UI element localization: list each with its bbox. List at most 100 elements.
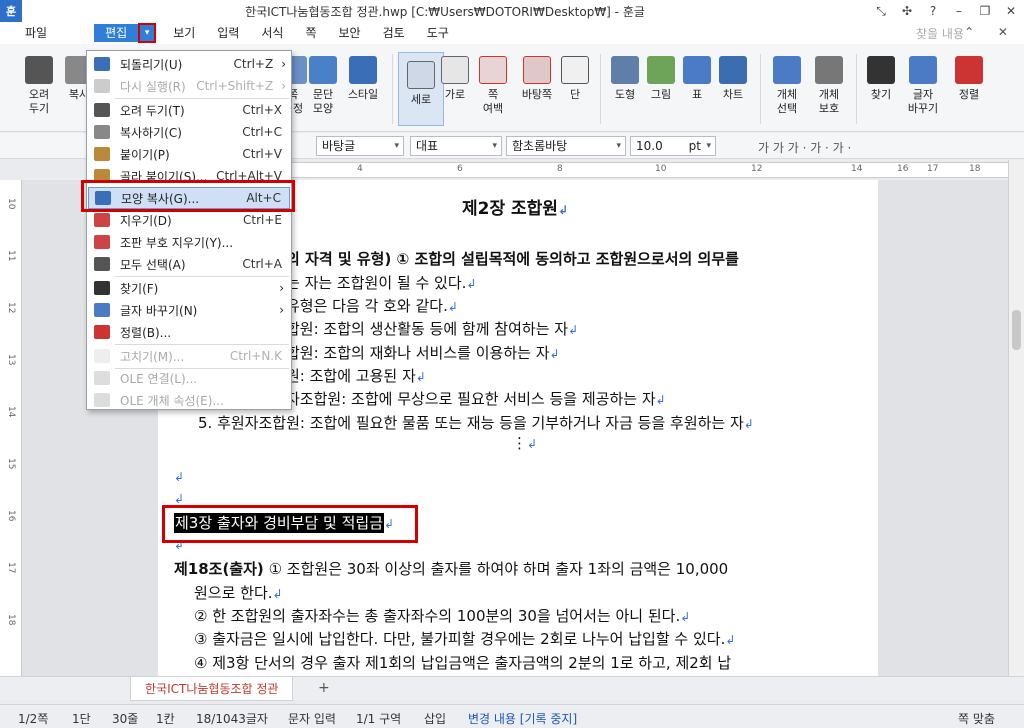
copy-item[interactable]: 복사하기(C) Ctrl+C bbox=[88, 121, 290, 143]
columns-button[interactable]: 단 bbox=[552, 48, 598, 102]
ole-link-icon bbox=[94, 371, 110, 385]
menu-page[interactable]: 쪽 bbox=[294, 24, 327, 42]
status-bar: 1/2쪽 1단 30줄 1칸 18/1043글자 문자 입력 1/1 구역 삽입… bbox=[0, 704, 1024, 728]
select-all-icon bbox=[94, 257, 110, 271]
status-insert[interactable]: 삽입 bbox=[424, 710, 446, 727]
ole-properties-item[interactable]: OLE 개체 속성(E)... bbox=[88, 389, 290, 411]
chart-button[interactable]: 차트 bbox=[710, 48, 756, 102]
doc-line: 의 자격 및 유형) ① 조합의 설립목적에 동의하고 조합원으로서의 의무를 bbox=[286, 250, 739, 268]
doc-line: 원: 조합에 고용된 자↲ bbox=[286, 367, 426, 385]
status-chars: 18/1043글자 bbox=[196, 712, 268, 726]
help-icon[interactable]: ? bbox=[920, 4, 946, 19]
margin-icon bbox=[479, 56, 507, 84]
edit-dropdown-arrow-icon[interactable]: ▾ bbox=[138, 23, 157, 43]
master-page-icon bbox=[523, 56, 551, 84]
chapter-2-heading: 제2장 조합원↲ bbox=[462, 199, 569, 219]
sort-item[interactable]: 정렬(B)... bbox=[88, 321, 290, 343]
delete-markup-item[interactable]: 조판 부호 지우기(Y)... bbox=[88, 231, 290, 253]
chart-icon bbox=[719, 56, 747, 84]
menu-review[interactable]: 검토 bbox=[372, 24, 416, 42]
menu-bar: 파일 편집 ▾ 보기 입력 서식 쪽 보안 검토 도구 찾을 내용 ⌃ ✕ bbox=[0, 22, 1024, 44]
status-zoom[interactable]: 쪽 맞춤 bbox=[958, 710, 995, 727]
scrollbar-thumb[interactable] bbox=[1012, 310, 1021, 350]
fullscreen-icon[interactable]: ⤡ bbox=[868, 4, 894, 19]
replace-button[interactable]: 글자 바꾸기 bbox=[900, 48, 946, 116]
minimize-button[interactable]: – bbox=[946, 4, 972, 19]
menu-format[interactable]: 서식 bbox=[250, 24, 294, 42]
scissors-icon bbox=[25, 56, 53, 84]
binoculars-icon bbox=[867, 56, 895, 84]
replace-item[interactable]: 글자 바꾸기(N) › bbox=[88, 299, 290, 321]
delete-icon bbox=[94, 213, 110, 227]
menu-view[interactable]: 보기 bbox=[162, 24, 206, 42]
close-button[interactable]: ✕ bbox=[998, 4, 1024, 19]
replace-icon bbox=[909, 56, 937, 84]
title-bar: 훈 한국ICT나눔협동조합 정관.hwp [C:₩Users₩DOTORI₩De… bbox=[0, 0, 1024, 22]
menu-file[interactable]: 파일 bbox=[14, 24, 58, 42]
object-protect-button[interactable]: 개체 보호 bbox=[806, 48, 852, 116]
lock-icon bbox=[815, 56, 843, 84]
shape-icon bbox=[611, 56, 639, 84]
ellipsis-line: ⋮↲ bbox=[512, 434, 538, 452]
find-button[interactable]: 찾기 bbox=[858, 48, 904, 102]
redo-icon bbox=[94, 79, 110, 93]
menu-tools[interactable]: 도구 bbox=[416, 24, 460, 42]
ribbon-separator bbox=[600, 54, 601, 124]
menu-insert[interactable]: 입력 bbox=[206, 24, 250, 42]
fix-item[interactable]: 고치기(M)... Ctrl+N.K bbox=[88, 345, 290, 367]
sort-icon bbox=[94, 325, 110, 339]
menu-security[interactable]: 보안 bbox=[328, 24, 372, 42]
undo-item[interactable]: 되돌리기(U) Ctrl+Z › bbox=[88, 53, 290, 75]
binoculars-icon bbox=[94, 281, 110, 295]
ole-link-item[interactable]: OLE 연결(L)... bbox=[88, 367, 290, 389]
paste-item[interactable]: 붙이기(P) Ctrl+V bbox=[88, 143, 290, 165]
restore-button[interactable]: ❐ bbox=[972, 4, 998, 19]
document-tab[interactable]: 한국ICT나눔협동조합 정관 bbox=[130, 677, 294, 701]
empty-paragraph: ↲ bbox=[174, 492, 185, 506]
landscape-page-icon bbox=[441, 56, 469, 84]
picture-icon bbox=[647, 56, 675, 84]
cut-item[interactable]: 오려 두기(T) Ctrl+X bbox=[88, 99, 290, 121]
text-style-buttons[interactable]: 가 가 가 · 가 · 가 · bbox=[758, 139, 851, 156]
sort-icon bbox=[955, 56, 983, 84]
menu-edit[interactable]: 편집 bbox=[94, 24, 139, 42]
undo-icon bbox=[94, 57, 110, 71]
status-col: 1칸 bbox=[156, 712, 175, 726]
move-icon[interactable]: ✣ bbox=[894, 4, 920, 19]
sort-button[interactable]: 정렬 bbox=[946, 48, 992, 102]
search-input[interactable]: 찾을 내용 bbox=[916, 25, 964, 42]
doc-line: 합원: 조합의 재화나 서비스를 이용하는 자↲ bbox=[286, 344, 560, 362]
doc-line: 는 자는 조합원이 될 수 있다.↲ bbox=[286, 274, 477, 292]
scissors-icon bbox=[94, 103, 110, 117]
page-margin-button[interactable]: 쪽 여백 bbox=[470, 48, 516, 116]
doc-line: ② 한 조합원의 출자좌수는 총 출자좌수의 100분의 30을 넘어서는 아니… bbox=[194, 607, 691, 625]
object-select-button[interactable]: 개체 선택 bbox=[764, 48, 810, 116]
doc-line: 자조합원: 조합에 무상으로 필요한 서비스 등을 제공하는 자↲ bbox=[286, 390, 666, 408]
replace-icon bbox=[94, 303, 110, 317]
object-select-icon bbox=[773, 56, 801, 84]
ribbon-collapse-controls[interactable]: ⌃ ✕ bbox=[964, 25, 1018, 39]
font-select[interactable]: 함초롬바탕 ▾ bbox=[506, 136, 626, 156]
portrait-page-icon bbox=[407, 61, 435, 89]
style-button[interactable]: 스타일 bbox=[340, 48, 386, 102]
status-page[interactable]: 1/2쪽 bbox=[18, 710, 48, 727]
redo-item[interactable]: 다시 실행(R) Ctrl+Shift+Z › bbox=[88, 75, 290, 97]
select-all-item[interactable]: 모두 선택(A) Ctrl+A bbox=[88, 253, 290, 275]
table-icon bbox=[683, 56, 711, 84]
status-track-changes[interactable]: 변경 내용 [기록 중지] bbox=[468, 710, 577, 727]
window-title: 한국ICT나눔협동조합 정관.hwp [C:₩Users₩DOTORI₩Desk… bbox=[245, 4, 645, 19]
find-item[interactable]: 찾기(F) › bbox=[88, 277, 290, 299]
vertical-scrollbar[interactable] bbox=[1008, 160, 1024, 676]
font-lang-select[interactable]: 대표 ▾ bbox=[410, 136, 502, 156]
delete-item[interactable]: 지우기(D) Ctrl+E bbox=[88, 209, 290, 231]
app-logo-icon: 훈 bbox=[0, 0, 22, 22]
font-size-input[interactable]: 10.0 pt ▾ bbox=[630, 136, 716, 156]
add-tab-button[interactable]: + bbox=[318, 680, 330, 696]
document-tab-bar: 한국ICT나눔협동조합 정관 + bbox=[0, 676, 1024, 701]
ole-properties-icon bbox=[94, 393, 110, 407]
style-select[interactable]: 바탕글 ▾ bbox=[316, 136, 404, 156]
empty-paragraph: ↲ bbox=[174, 470, 185, 484]
delete-markup-icon bbox=[94, 235, 110, 249]
status-section: 1/1 구역 bbox=[356, 712, 402, 726]
vertical-ruler[interactable]: 10 11 12 13 14 15 16 17 18 bbox=[0, 180, 22, 676]
